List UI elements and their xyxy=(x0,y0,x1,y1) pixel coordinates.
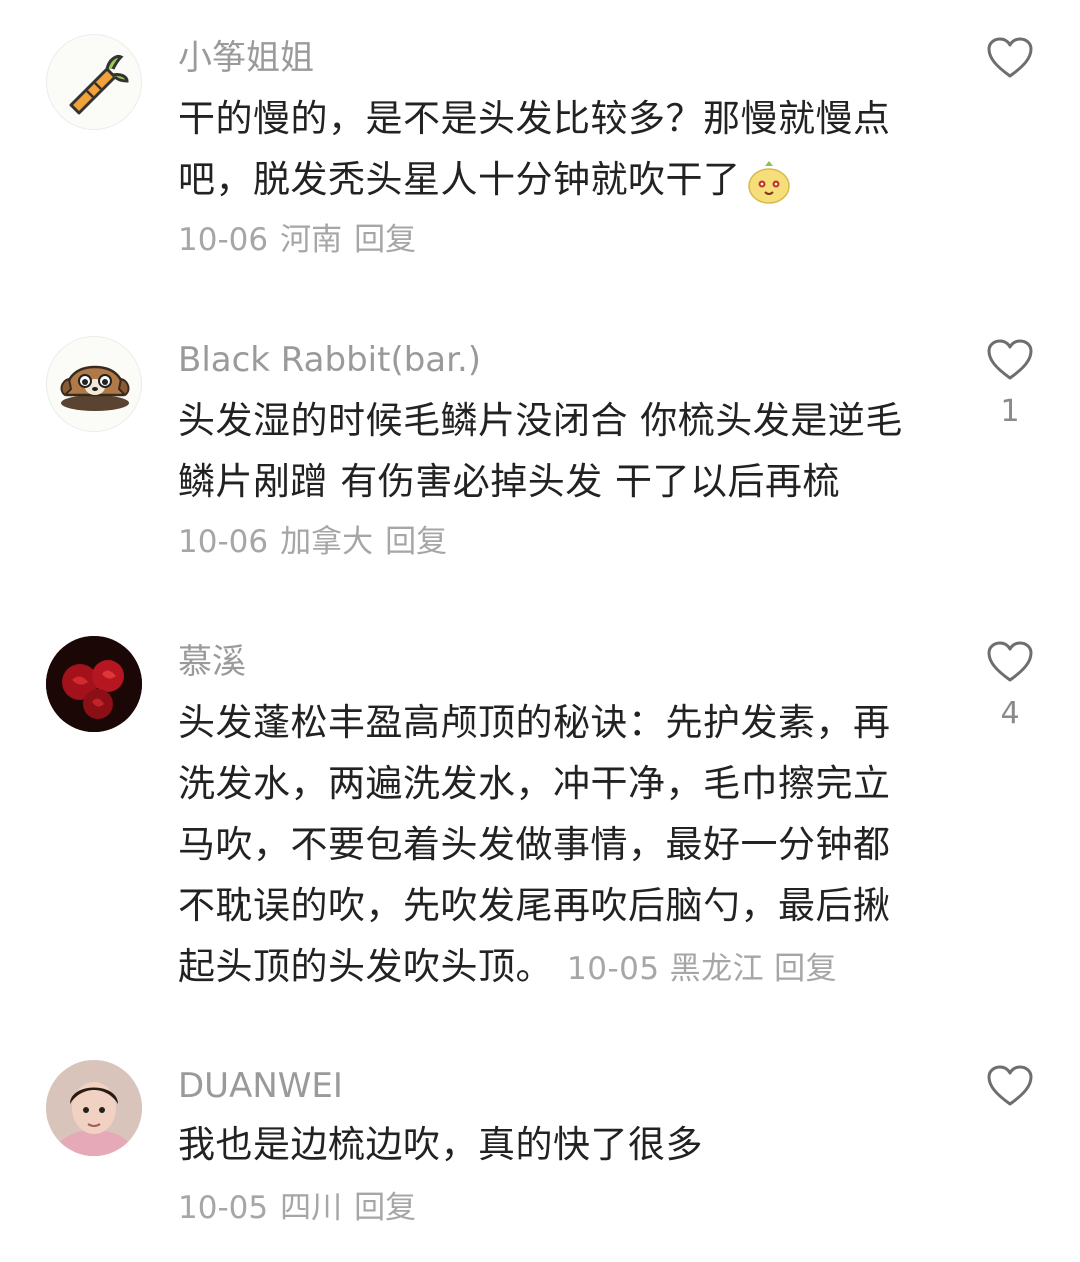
comment-location: 四川 xyxy=(280,1190,343,1226)
comment-meta: 10-05 四川 回复 xyxy=(178,1186,428,1230)
child-photo xyxy=(46,1060,142,1156)
comment-text: 我也是边梳边吹，真的快了很多 xyxy=(178,1114,918,1175)
heart-icon xyxy=(987,1065,1033,1106)
username[interactable]: DUANWEI xyxy=(178,1064,343,1108)
reply-button[interactable]: 回复 xyxy=(354,1190,416,1226)
avatar[interactable] xyxy=(46,1060,142,1156)
comment-item: DUANWEI 我也是边梳边吹，真的快了很多 10-05 四川 回复 xyxy=(0,0,1080,1262)
like-button[interactable] xyxy=(982,1064,1038,1118)
comment-body: 我也是边梳边吹，真的快了很多 xyxy=(178,1123,703,1166)
comment-date: 10-05 xyxy=(178,1190,269,1226)
